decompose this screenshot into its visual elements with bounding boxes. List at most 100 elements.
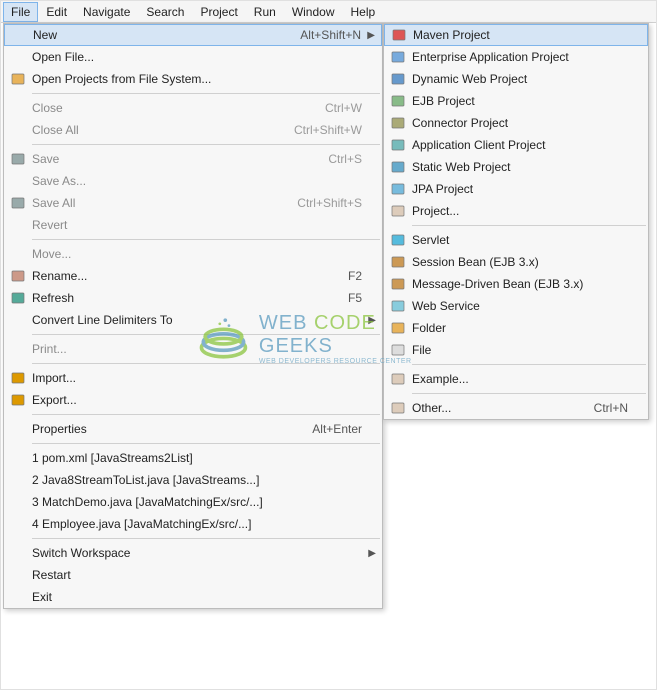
file-menu-item-new[interactable]: NewAlt+Shift+N▶ bbox=[4, 24, 382, 46]
connector-icon bbox=[384, 115, 412, 131]
menu-item-label: Message-Driven Bean (EJB 3.x) bbox=[412, 277, 648, 291]
menubar-item-run[interactable]: Run bbox=[246, 2, 284, 22]
new-menu-item-session-bean-ejb-3-x[interactable]: Session Bean (EJB 3.x) bbox=[384, 251, 648, 273]
menu-separator bbox=[412, 364, 646, 365]
menu-item-label: Web Service bbox=[412, 299, 648, 313]
menu-separator bbox=[32, 144, 380, 145]
menu-item-label: Print... bbox=[32, 342, 382, 356]
folder-icon bbox=[384, 320, 412, 336]
menu-item-label: Open Projects from File System... bbox=[32, 72, 382, 86]
bean-icon bbox=[384, 276, 412, 292]
menu-item-label: Refresh bbox=[32, 291, 348, 305]
menu-item-label: Open File... bbox=[32, 50, 382, 64]
menu-item-label: Connector Project bbox=[412, 116, 648, 130]
new-menu-item-file[interactable]: File bbox=[384, 339, 648, 361]
menu-item-label: 1 pom.xml [JavaStreams2List] bbox=[32, 451, 382, 465]
file-menu-item-close[interactable]: CloseCtrl+W bbox=[4, 97, 382, 119]
file-menu-item-properties[interactable]: PropertiesAlt+Enter bbox=[4, 418, 382, 440]
file-menu: NewAlt+Shift+N▶ Open File... Open Projects… bbox=[3, 23, 383, 609]
menubar-item-window[interactable]: Window bbox=[284, 2, 343, 22]
menu-item-label: Save bbox=[32, 152, 328, 166]
menu-item-label: Servlet bbox=[412, 233, 648, 247]
file-menu-item-refresh[interactable]: RefreshF5 bbox=[4, 287, 382, 309]
menubar-item-help[interactable]: Help bbox=[343, 2, 384, 22]
file-icon bbox=[384, 342, 412, 358]
file-menu-item-export[interactable]: Export... bbox=[4, 389, 382, 411]
menu-separator bbox=[32, 538, 380, 539]
file-menu-item-open-projects-from-file-system[interactable]: Open Projects from File System... bbox=[4, 68, 382, 90]
menu-item-label: Static Web Project bbox=[412, 160, 648, 174]
file-menu-item-save[interactable]: SaveCtrl+S bbox=[4, 148, 382, 170]
menu-item-shortcut: Ctrl+Shift+W bbox=[294, 123, 382, 137]
file-menu-item-rename[interactable]: Rename...F2 bbox=[4, 265, 382, 287]
file-menu-item-import[interactable]: Import... bbox=[4, 367, 382, 389]
file-menu-item-save-all[interactable]: Save AllCtrl+Shift+S bbox=[4, 192, 382, 214]
file-menu-item-close-all[interactable]: Close AllCtrl+Shift+W bbox=[4, 119, 382, 141]
web-icon bbox=[384, 71, 412, 87]
menu-item-label: Save As... bbox=[32, 174, 382, 188]
menu-item-shortcut: Alt+Enter bbox=[312, 422, 382, 436]
menu-item-label: Convert Line Delimiters To bbox=[32, 313, 382, 327]
new-menu-item-folder[interactable]: Folder bbox=[384, 317, 648, 339]
menu-item-label: Enterprise Application Project bbox=[412, 50, 648, 64]
example-icon bbox=[384, 371, 412, 387]
new-menu-item-static-web-project[interactable]: Static Web Project bbox=[384, 156, 648, 178]
menu-separator bbox=[412, 393, 646, 394]
new-menu-item-other[interactable]: Other...Ctrl+N bbox=[384, 397, 648, 419]
new-menu-item-enterprise-application-project[interactable]: Enterprise Application Project bbox=[384, 46, 648, 68]
menu-separator bbox=[32, 414, 380, 415]
ejb-icon bbox=[384, 93, 412, 109]
new-menu-item-application-client-project[interactable]: Application Client Project bbox=[384, 134, 648, 156]
menu-item-label: Maven Project bbox=[413, 28, 647, 42]
new-menu-item-example[interactable]: Example... bbox=[384, 368, 648, 390]
menu-item-label: Project... bbox=[412, 204, 648, 218]
file-menu-item-print[interactable]: Print... bbox=[4, 338, 382, 360]
new-menu-item-jpa-project[interactable]: JPA Project bbox=[384, 178, 648, 200]
new-menu-item-connector-project[interactable]: Connector Project bbox=[384, 112, 648, 134]
file-menu-item-3-matchdemo-java-javamatchingex-src[interactable]: 3 MatchDemo.java [JavaMatchingEx/src/...… bbox=[4, 491, 382, 513]
file-menu-item-restart[interactable]: Restart bbox=[4, 564, 382, 586]
new-menu-item-project[interactable]: Project... bbox=[384, 200, 648, 222]
file-menu-item-1-pom-xml-javastreams2list[interactable]: 1 pom.xml [JavaStreams2List] bbox=[4, 447, 382, 469]
menu-item-label: Exit bbox=[32, 590, 382, 604]
menu-item-label: 2 Java8StreamToList.java [JavaStreams...… bbox=[32, 473, 382, 487]
file-menu-item-exit[interactable]: Exit bbox=[4, 586, 382, 608]
file-menu-item-save-as[interactable]: Save As... bbox=[4, 170, 382, 192]
new-menu-item-message-driven-bean-ejb-3-x[interactable]: Message-Driven Bean (EJB 3.x) bbox=[384, 273, 648, 295]
menu-item-label: Close bbox=[32, 101, 325, 115]
menu-item-label: Save All bbox=[32, 196, 297, 210]
ws-icon bbox=[384, 298, 412, 314]
menubar-item-navigate[interactable]: Navigate bbox=[75, 2, 138, 22]
file-menu-item-open-file[interactable]: Open File... bbox=[4, 46, 382, 68]
submenu-arrow-icon: ▶ bbox=[367, 30, 375, 41]
menu-item-label: Restart bbox=[32, 568, 382, 582]
file-menu-item-move[interactable]: Move... bbox=[4, 243, 382, 265]
maven-icon bbox=[385, 27, 413, 43]
file-menu-item-revert[interactable]: Revert bbox=[4, 214, 382, 236]
menu-item-label: Revert bbox=[32, 218, 382, 232]
new-menu-item-web-service[interactable]: Web Service bbox=[384, 295, 648, 317]
new-menu-item-ejb-project[interactable]: EJB Project bbox=[384, 90, 648, 112]
menu-item-label: Application Client Project bbox=[412, 138, 648, 152]
file-menu-item-4-employee-java-javamatchingex-src[interactable]: 4 Employee.java [JavaMatchingEx/src/...] bbox=[4, 513, 382, 535]
menubar-item-project[interactable]: Project bbox=[192, 2, 245, 22]
new-menu-item-dynamic-web-project[interactable]: Dynamic Web Project bbox=[384, 68, 648, 90]
menu-item-label: Other... bbox=[412, 401, 594, 415]
menu-item-label: Switch Workspace bbox=[32, 546, 382, 560]
folder-open-icon bbox=[4, 71, 32, 87]
file-menu-item-convert-line-delimiters-to[interactable]: Convert Line Delimiters To▶ bbox=[4, 309, 382, 331]
menu-separator bbox=[32, 443, 380, 444]
menu-item-label: Properties bbox=[32, 422, 312, 436]
file-menu-item-2-java8streamtolist-java-javastreams[interactable]: 2 Java8StreamToList.java [JavaStreams...… bbox=[4, 469, 382, 491]
menu-item-label: Import... bbox=[32, 371, 382, 385]
save-all-icon bbox=[4, 195, 32, 211]
new-submenu: Maven Project Enterprise Application Proj… bbox=[383, 23, 649, 420]
new-menu-item-maven-project[interactable]: Maven Project bbox=[384, 24, 648, 46]
menubar-item-file[interactable]: File bbox=[3, 2, 38, 22]
file-menu-item-switch-workspace[interactable]: Switch Workspace▶ bbox=[4, 542, 382, 564]
appclient-icon bbox=[384, 137, 412, 153]
menubar-item-edit[interactable]: Edit bbox=[38, 2, 75, 22]
menu-item-label: Move... bbox=[32, 247, 382, 261]
menubar-item-search[interactable]: Search bbox=[138, 2, 192, 22]
new-menu-item-servlet[interactable]: Servlet bbox=[384, 229, 648, 251]
